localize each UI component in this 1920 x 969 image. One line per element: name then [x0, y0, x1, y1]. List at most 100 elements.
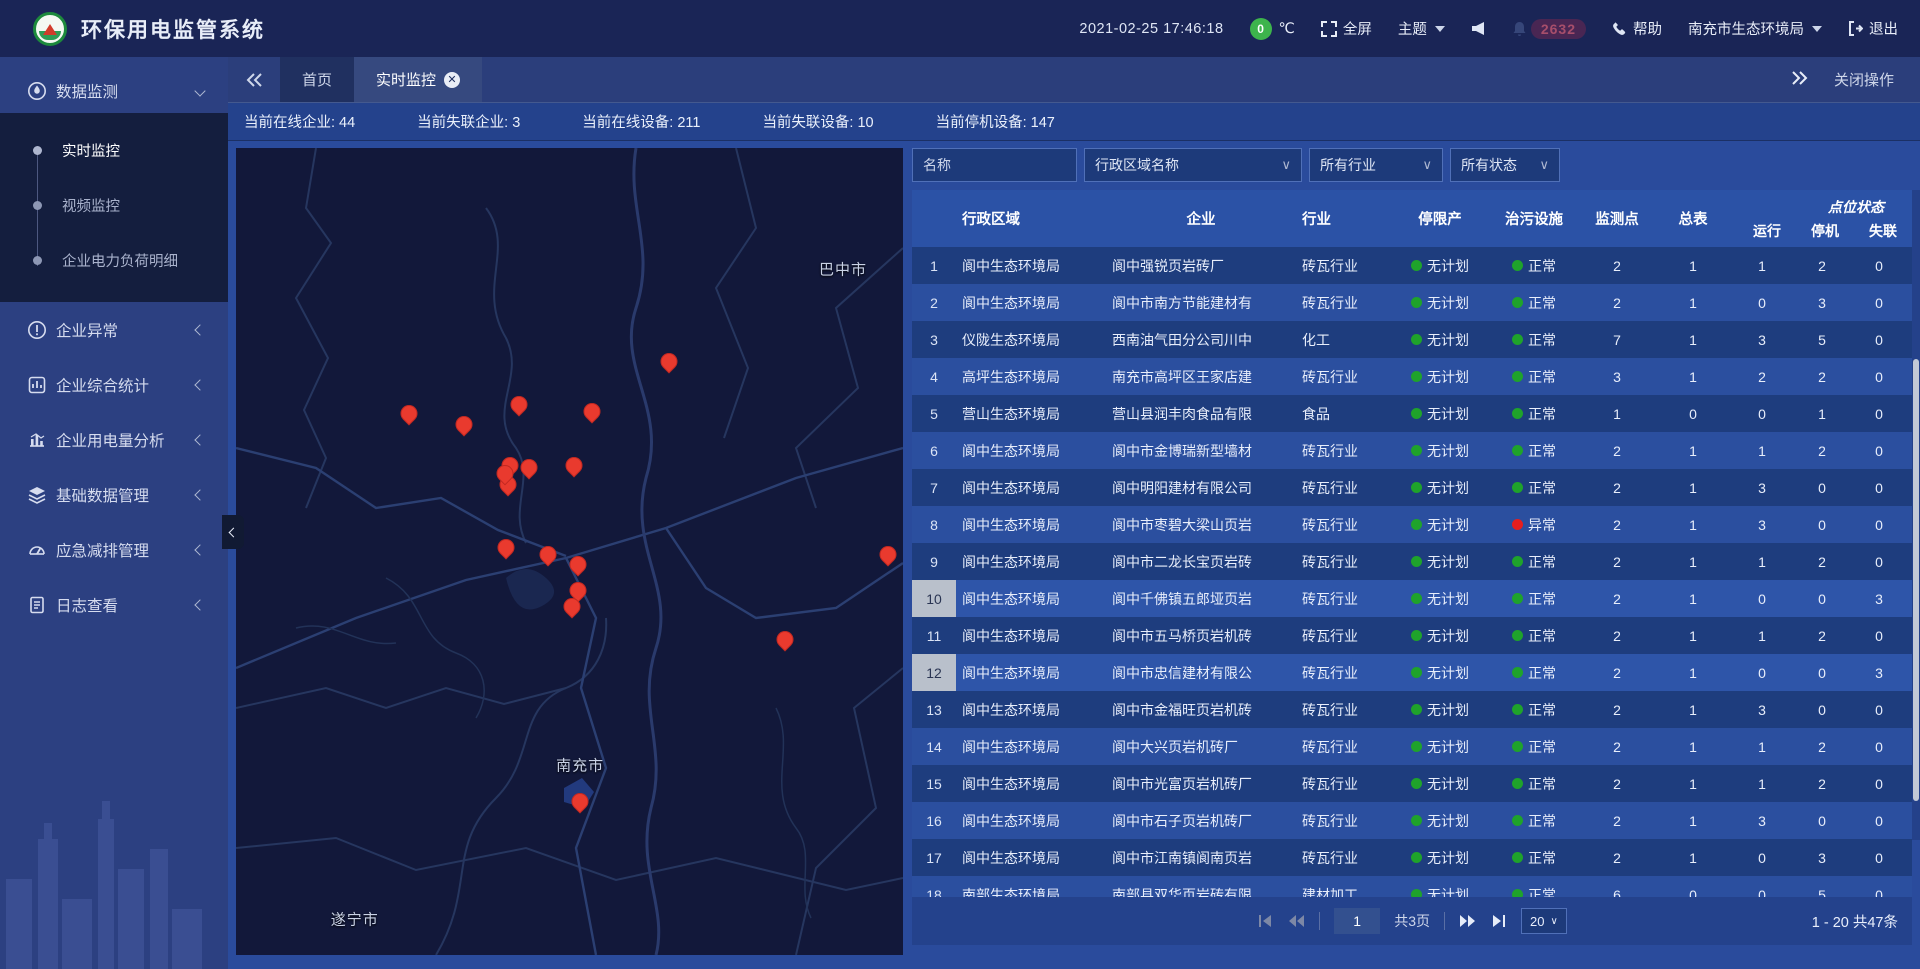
notification-count-badge: 2632	[1531, 19, 1586, 39]
temperature-value-badge: 0	[1250, 18, 1272, 40]
table-body: 1阆中生态环境局阆中强锐页岩砖厂砖瓦行业无计划正常211202阆中生态环境局阆中…	[912, 247, 1912, 897]
status-dot-green	[1411, 445, 1422, 456]
last-page-button[interactable]	[1491, 914, 1507, 928]
filter-bar: 行政区域名称∨ 所有行业∨ 所有状态∨	[912, 148, 1912, 182]
sidebar-item-4[interactable]: 基础数据管理	[0, 467, 228, 522]
status-dot-red	[1512, 519, 1523, 530]
table-row-4[interactable]: 4高坪生态环境局南充市高坪区王家店建砖瓦行业无计划正常31220	[912, 358, 1912, 395]
status-dot-green	[1411, 593, 1422, 604]
status-dot-green	[1512, 815, 1523, 826]
stat-item-2: 当前在线设备:211	[582, 111, 700, 132]
bullet-icon	[33, 256, 42, 265]
panel-collapse-button[interactable]	[222, 515, 244, 549]
mute-button[interactable]	[1471, 21, 1486, 36]
temperature-unit: ℃	[1279, 21, 1295, 37]
table-row-16[interactable]: 16阆中生态环境局阆中市石子页岩机砖厂砖瓦行业无计划正常21300	[912, 802, 1912, 839]
sidebar-item-2[interactable]: 企业综合统计	[0, 357, 228, 412]
sidebar-item-6[interactable]: 日志查看	[0, 577, 228, 632]
table-row-6[interactable]: 6阆中生态环境局阆中市金博瑞新型墙材砖瓦行业无计划正常21120	[912, 432, 1912, 469]
stat-item-1: 当前失联企业:3	[417, 111, 520, 132]
bar-chart-icon	[27, 430, 47, 450]
col-header-meters: 总表	[1654, 190, 1732, 247]
status-dot-green	[1411, 556, 1422, 567]
table-scrollbar[interactable]	[1912, 190, 1920, 840]
status-dot-green	[1512, 667, 1523, 678]
sidebar-subitem-0[interactable]: 实时监控	[0, 123, 228, 178]
logout-button[interactable]: 退出	[1848, 18, 1898, 39]
chevron-left-icon	[194, 544, 205, 555]
table-row-2[interactable]: 2阆中生态环境局阆中市南方节能建材有砖瓦行业无计划正常21030	[912, 284, 1912, 321]
chevron-down-icon: ∨	[1539, 157, 1549, 173]
app-root: 环保用电监管系统 2021-02-25 17:46:18 0 ℃ 全屏 主题	[0, 0, 1920, 969]
gauge-icon	[27, 540, 47, 560]
status-filter-select[interactable]: 所有状态∨	[1450, 148, 1560, 182]
status-dot-green	[1512, 482, 1523, 493]
region-filter-select[interactable]: 行政区域名称∨	[1084, 148, 1302, 182]
datetime-label: 2021-02-25 17:46:18	[1079, 21, 1223, 37]
fullscreen-icon	[1321, 21, 1337, 37]
log-file-icon	[27, 595, 47, 615]
tabs-scroll-right-button[interactable]	[1791, 71, 1808, 89]
close-operations-button[interactable]: 关闭操作	[1834, 69, 1894, 90]
table-row-10[interactable]: 10阆中生态环境局阆中千佛镇五郎垭页岩砖瓦行业无计划正常21003	[912, 580, 1912, 617]
page-number-input[interactable]: 1	[1334, 908, 1380, 934]
tab-close-icon[interactable]: ✕	[444, 72, 460, 88]
table-row-12[interactable]: 12阆中生态环境局阆中市忠信建材有限公砖瓦行业无计划正常21003	[912, 654, 1912, 691]
next-page-button[interactable]	[1459, 914, 1477, 928]
tab-home[interactable]: 首页	[280, 57, 354, 102]
sidebar-item-1[interactable]: 企业异常	[0, 302, 228, 357]
sidebar-item-5[interactable]: 应急减排管理	[0, 522, 228, 577]
table-row-18[interactable]: 18南部生态环境局南部县双华页岩砖有限建材加工无计划正常60050	[912, 876, 1912, 897]
sidebar-item-0[interactable]: 数据监测	[0, 69, 228, 113]
notifications-button[interactable]: 2632	[1512, 19, 1586, 39]
chevron-left-icon	[194, 599, 205, 610]
status-dot-green	[1411, 815, 1422, 826]
chevron-down-icon: ∨	[1550, 916, 1557, 927]
chevron-down-icon: ∨	[1422, 157, 1432, 173]
theme-dropdown[interactable]: 主题	[1398, 18, 1445, 39]
status-dot-green	[1512, 408, 1523, 419]
table-row-7[interactable]: 7阆中生态环境局阆中明阳建材有限公司砖瓦行业无计划正常21300	[912, 469, 1912, 506]
table-row-3[interactable]: 3仪陇生态环境局西南油气田分公司川中化工无计划正常71350	[912, 321, 1912, 358]
table-row-17[interactable]: 17阆中生态环境局阆中市江南镇阆南页岩砖瓦行业无计划正常21030	[912, 839, 1912, 876]
status-dot-green	[1411, 371, 1422, 382]
sidebar-subitem-2[interactable]: 企业电力负荷明细	[0, 233, 228, 288]
org-dropdown[interactable]: 南充市生态环境局	[1688, 18, 1822, 39]
prev-page-button[interactable]	[1287, 914, 1305, 928]
bullet-icon	[33, 146, 42, 155]
fullscreen-button[interactable]: 全屏	[1321, 18, 1372, 39]
status-dot-green	[1512, 334, 1523, 345]
layers-icon	[27, 485, 47, 505]
status-dot-green	[1411, 630, 1422, 641]
help-button[interactable]: 帮助	[1612, 18, 1662, 39]
table-row-13[interactable]: 13阆中生态环境局阆中市金福旺页岩机砖砖瓦行业无计划正常21300	[912, 691, 1912, 728]
industry-filter-select[interactable]: 所有行业∨	[1309, 148, 1443, 182]
name-filter-input[interactable]	[912, 148, 1077, 182]
page-size-select[interactable]: 20 ∨	[1521, 908, 1567, 934]
table-row-15[interactable]: 15阆中生态环境局阆中市光富页岩机砖厂砖瓦行业无计划正常21120	[912, 765, 1912, 802]
table-row-5[interactable]: 5营山生态环境局营山县润丰肉食品有限食品无计划正常10010	[912, 395, 1912, 432]
stats-badge-icon	[27, 375, 47, 395]
stat-item-4: 当前停机设备:147	[936, 111, 1055, 132]
col-header-facility: 治污设施	[1488, 190, 1580, 247]
sidebar-subitem-1[interactable]: 视频监控	[0, 178, 228, 233]
status-dot-green	[1512, 556, 1523, 567]
chevron-left-icon	[194, 489, 205, 500]
total-pages-label: 共3页	[1394, 911, 1430, 931]
table-row-9[interactable]: 9阆中生态环境局阆中市二龙长宝页岩砖砖瓦行业无计划正常21120	[912, 543, 1912, 580]
stats-bar: 当前在线企业:44当前失联企业:3当前在线设备:211当前失联设备:10当前停机…	[228, 103, 1920, 141]
tabs-scroll-left-button[interactable]	[228, 57, 280, 102]
scrollbar-thumb[interactable]	[1913, 359, 1919, 801]
table-row-1[interactable]: 1阆中生态环境局阆中强锐页岩砖厂砖瓦行业无计划正常21120	[912, 247, 1912, 284]
table-row-14[interactable]: 14阆中生态环境局阆中大兴页岩机砖厂砖瓦行业无计划正常21120	[912, 728, 1912, 765]
col-header-limit: 停限产	[1392, 190, 1488, 247]
bullet-icon	[33, 201, 42, 210]
first-page-button[interactable]	[1257, 914, 1273, 928]
bell-icon	[1512, 21, 1527, 37]
status-dot-green	[1411, 667, 1422, 678]
table-row-11[interactable]: 11阆中生态环境局阆中市五马桥页岩机砖砖瓦行业无计划正常21120	[912, 617, 1912, 654]
tab-realtime-monitor[interactable]: 实时监控 ✕	[354, 57, 482, 102]
table-row-8[interactable]: 8阆中生态环境局阆中市枣碧大梁山页岩砖瓦行业无计划异常21300	[912, 506, 1912, 543]
map-panel[interactable]: 巴中市南充市遂宁市	[236, 148, 903, 955]
sidebar-item-3[interactable]: 企业用电量分析	[0, 412, 228, 467]
